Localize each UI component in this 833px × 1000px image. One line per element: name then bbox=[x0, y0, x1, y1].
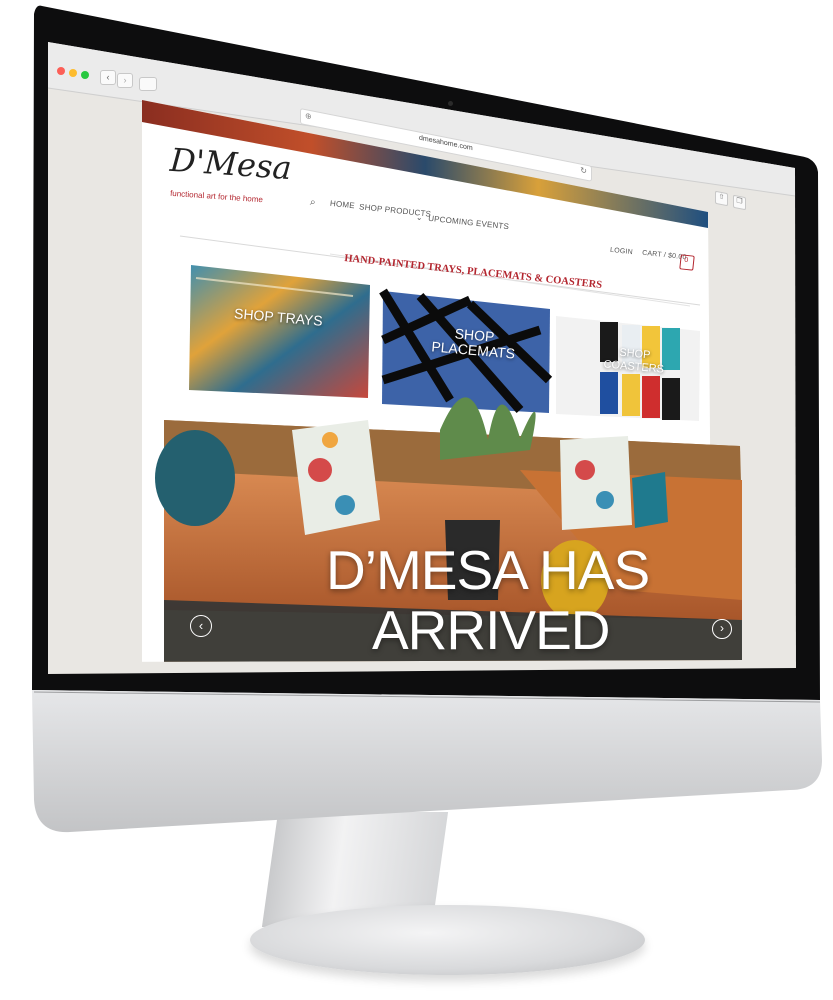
web-page bbox=[142, 100, 742, 662]
webcam bbox=[448, 101, 453, 106]
chevron-down-icon: ⌄ bbox=[415, 212, 424, 223]
tile-coasters[interactable]: SHOP COASTERS bbox=[603, 345, 666, 376]
tile-trays-image bbox=[189, 265, 370, 398]
imac-mockup: ‹ › ⊕ dmesahome.com ↻ ⇧ ❐ D'Mesa functio… bbox=[0, 0, 833, 1000]
slider-prev-button[interactable]: ‹ bbox=[190, 615, 212, 637]
cart-count: 0 bbox=[683, 256, 689, 265]
hero-heading-line1: D’MESA HAS bbox=[326, 539, 650, 601]
hero-heading-line2: ARRIVED bbox=[372, 599, 610, 661]
cart-bag-icon[interactable]: 0 bbox=[679, 254, 695, 271]
search-icon[interactable]: ⌕ bbox=[309, 197, 316, 209]
slider-next-button[interactable]: › bbox=[712, 619, 732, 639]
